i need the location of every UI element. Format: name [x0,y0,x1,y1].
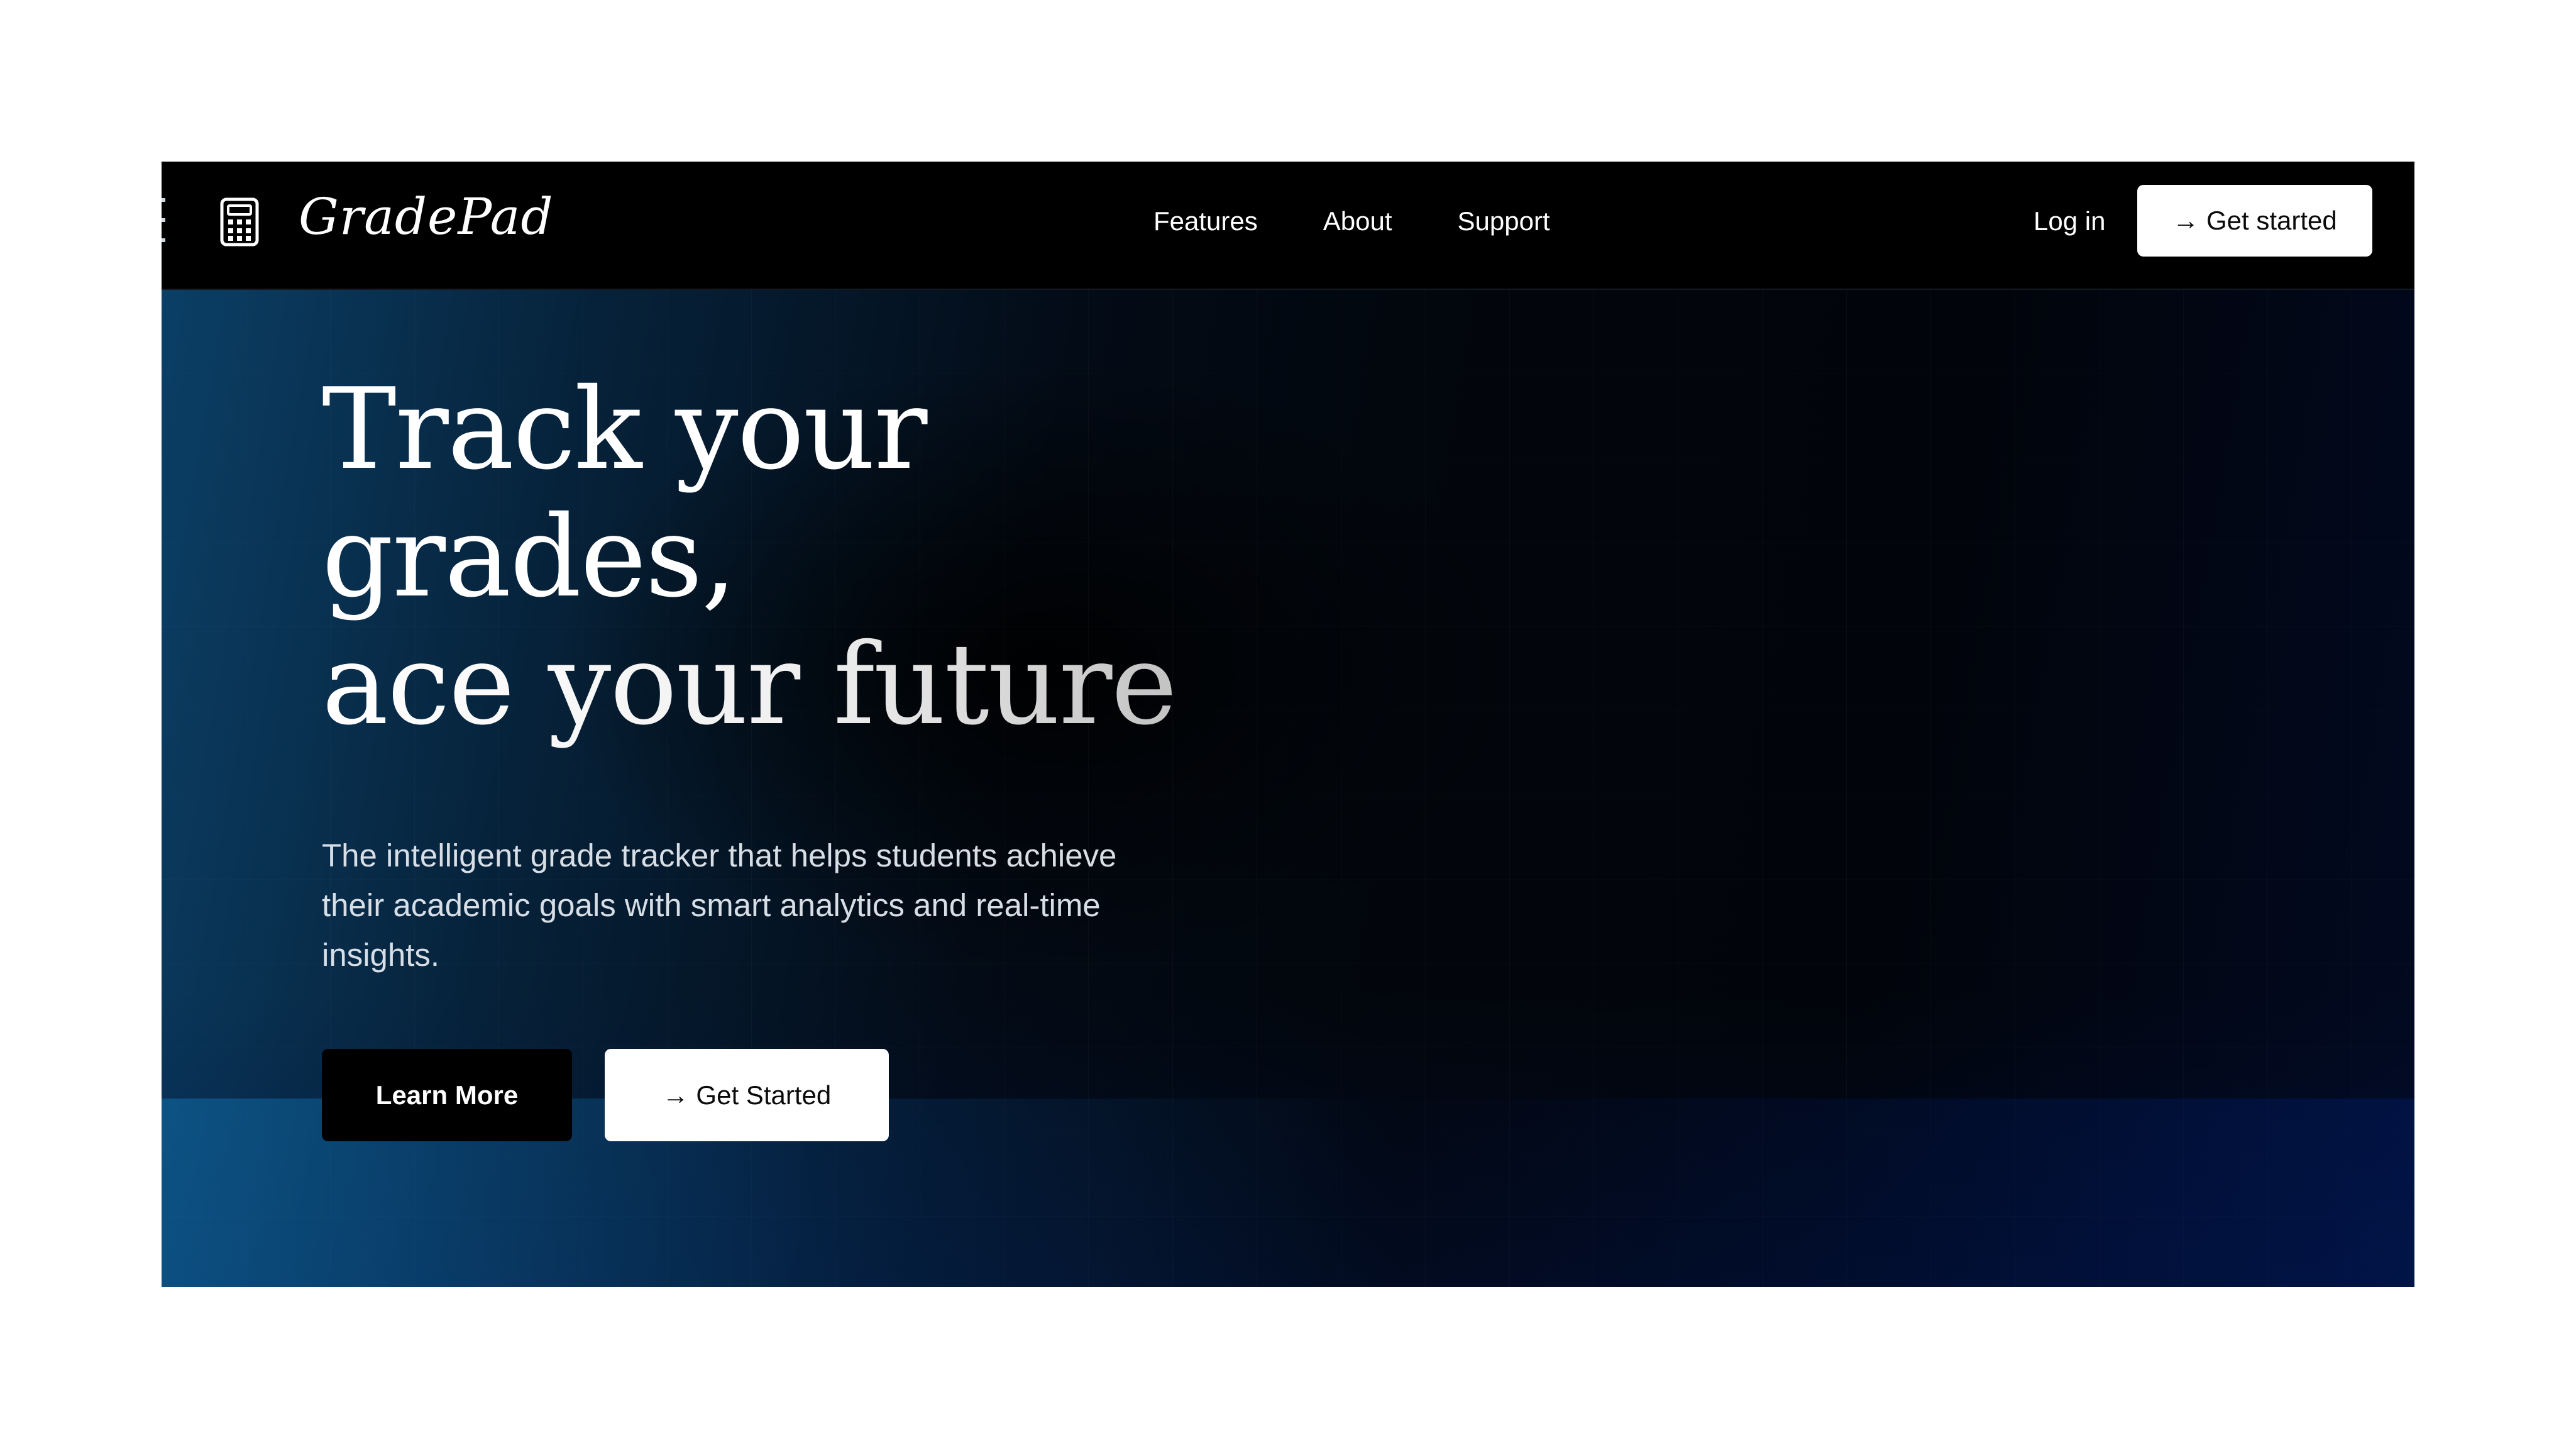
headline-line-3: ace your future [322,621,1390,748]
edge-handle [162,198,165,242]
headline-line-1: Track your [322,364,928,494]
nav-link-features[interactable]: Features [1153,206,1258,237]
hero-subtext: The intelligent grade tracker that helps… [322,838,1117,973]
learn-more-button[interactable]: Learn More [322,1049,572,1141]
get-started-hero-button[interactable]: → Get Started [605,1049,889,1141]
get-started-nav-button[interactable]: → Get started [2137,185,2372,257]
brand-logo-text[interactable]: GradePad [299,187,554,247]
headline-line-2: grades, [322,492,737,622]
login-link[interactable]: Log in [2034,206,2105,237]
calculator-icon [220,197,259,246]
nav-link-support[interactable]: Support [1458,206,1550,237]
nav-link-about[interactable]: About [1323,206,1392,237]
hero-section: Track your grades, ace your future The i… [162,290,2414,1287]
primary-nav: Features About Support [1153,206,1550,237]
top-navbar: GradePad Features About Support Log in →… [162,162,2414,290]
hero-headline: Track your grades, ace your future [322,365,1390,748]
landing-page: GradePad Features About Support Log in →… [162,162,2414,1287]
